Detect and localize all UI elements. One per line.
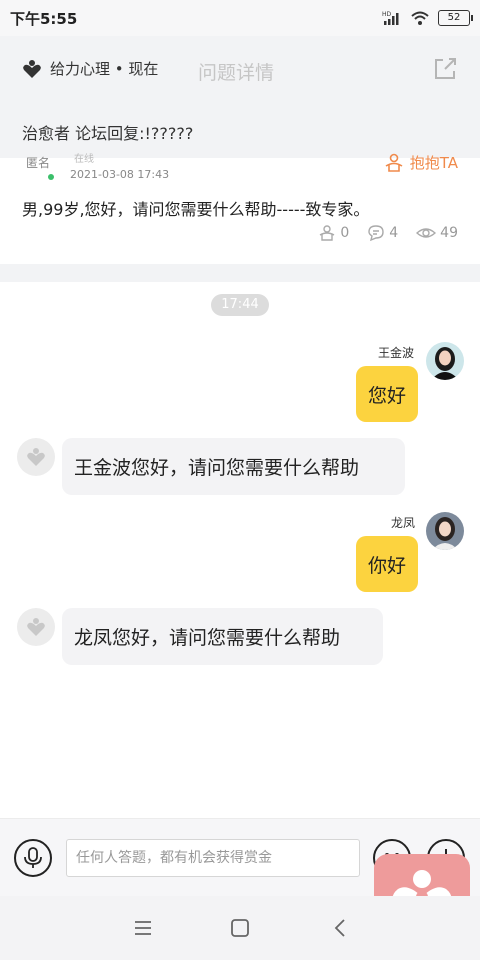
- hug-label: 抱抱TA: [409, 154, 458, 172]
- sender-name: 王金波: [378, 346, 415, 360]
- status-time: 下午5:55: [10, 9, 78, 28]
- app-header: 给力心理 • 现在 问题详情: [0, 36, 480, 104]
- status-bar: 下午5:55 HD 52: [0, 0, 480, 36]
- menu-icon[interactable]: [131, 916, 155, 940]
- comment-count-value: 4: [389, 225, 399, 241]
- avatar[interactable]: [17, 438, 55, 476]
- page-title: 问题详情: [198, 62, 275, 84]
- status-indicators: HD 52: [382, 10, 473, 26]
- view-count: 49: [416, 224, 458, 242]
- share-icon[interactable]: [432, 56, 458, 82]
- sender-name: 龙凤: [391, 516, 416, 530]
- hug-icon: [385, 153, 403, 172]
- view-count-value: 49: [440, 225, 458, 241]
- signal-icon: HD: [382, 11, 399, 25]
- avatar[interactable]: [17, 608, 55, 646]
- question-stats: 0 4 49: [318, 224, 458, 242]
- hug-count: 0: [318, 224, 349, 242]
- hd-label: HD: [382, 11, 392, 18]
- hug-count-value: 0: [340, 225, 350, 241]
- wifi-icon: [411, 11, 429, 25]
- comment-icon: [368, 225, 384, 242]
- hug-button[interactable]: 抱抱TA: [384, 152, 458, 173]
- avatar[interactable]: [426, 342, 464, 380]
- brand-name: 给力心理 • 现在: [50, 60, 159, 78]
- user-avatar-icon: [426, 512, 464, 550]
- system-nav-bar: [0, 896, 480, 960]
- section-divider: [0, 264, 480, 282]
- avatar[interactable]: [426, 512, 464, 550]
- heart-logo-icon: [27, 448, 45, 466]
- heart-logo-icon: [23, 59, 41, 78]
- online-dot: [48, 174, 54, 180]
- home-icon[interactable]: [228, 916, 252, 940]
- answer-input[interactable]: [66, 839, 360, 877]
- brand: 给力心理 • 现在: [22, 58, 158, 79]
- author-row: 匿名 在线 2021-03-08 17:43 抱抱TA: [22, 148, 458, 182]
- author-name: 匿名: [26, 156, 51, 170]
- back-icon[interactable]: [328, 916, 352, 940]
- user-avatar-icon: [426, 342, 464, 380]
- user-message-bubble: 你好: [356, 536, 418, 592]
- reply-message-bubble: 王金波您好，请问您需要什么帮助: [62, 438, 405, 495]
- question-body: 男,99岁,您好，请问您需要什么帮助-----致专家。: [22, 200, 370, 219]
- voice-button[interactable]: [14, 839, 52, 877]
- mic-icon: [24, 847, 42, 868]
- post-date: 2021-03-08 17:43: [70, 168, 170, 181]
- hug-count-icon: [319, 225, 335, 241]
- user-message-bubble: 您好: [356, 366, 418, 422]
- reply-message-bubble: 龙凤您好，请问您需要什么帮助: [62, 608, 383, 665]
- heart-logo-icon: [27, 618, 45, 636]
- question-card: 治愈者 论坛回复:!????? 匿名 在线 2021-03-08 17:43 抱…: [0, 104, 480, 264]
- chat-time-chip: 17:44: [211, 294, 269, 316]
- battery-indicator: 52: [438, 10, 473, 26]
- comment-count: 4: [367, 224, 398, 242]
- online-status: 在线: [74, 154, 94, 165]
- eye-icon: [416, 228, 437, 238]
